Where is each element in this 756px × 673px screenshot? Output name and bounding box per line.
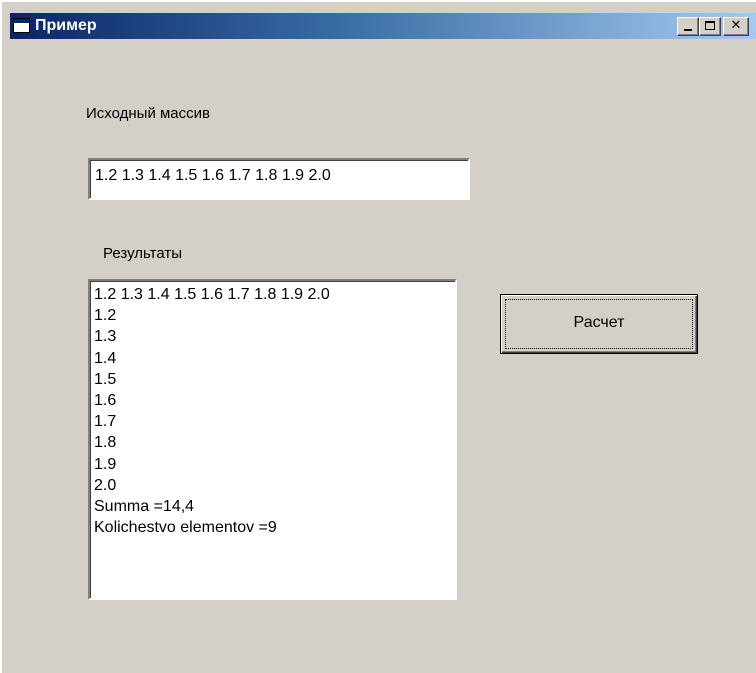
list-item[interactable]: Kolichestvo elementov =9	[94, 517, 455, 538]
minimize-button[interactable]	[677, 17, 699, 36]
minimize-icon	[684, 29, 692, 31]
list-item[interactable]: 1.9	[94, 454, 455, 475]
calculate-button-label: Расчет	[573, 314, 625, 331]
list-item[interactable]: 1.4	[94, 348, 455, 369]
list-item[interactable]: 1.6	[94, 390, 455, 411]
app-window: Пример ✕ Исходный массив 1.2 1.3 1.4 1.5…	[0, 0, 756, 673]
list-item[interactable]: 1.3	[94, 326, 455, 347]
close-icon: ✕	[730, 18, 742, 33]
results-label: Результаты	[103, 245, 182, 262]
source-array-label: Исходный массив	[86, 105, 210, 122]
source-array-input[interactable]: 1.2 1.3 1.4 1.5 1.6 1.7 1.8 1.9 2.0	[88, 158, 470, 200]
maximize-icon	[705, 21, 715, 30]
calculate-button[interactable]: Расчет	[500, 294, 698, 354]
maximize-button[interactable]	[699, 17, 721, 36]
list-item[interactable]: 1.8	[94, 432, 455, 453]
list-item[interactable]: 1.2	[94, 305, 455, 326]
list-item[interactable]: 1.5	[94, 369, 455, 390]
app-window-icon[interactable]	[13, 18, 30, 33]
results-listbox[interactable]: 1.2 1.3 1.4 1.5 1.6 1.7 1.8 1.9 2.0 1.2 1.…	[88, 279, 457, 600]
title-bar[interactable]: Пример ✕	[10, 13, 756, 39]
window-title: Пример	[35, 17, 97, 34]
list-item[interactable]: 2.0	[94, 475, 455, 496]
close-button[interactable]: ✕	[723, 17, 749, 36]
list-item[interactable]: Summa =14,4	[94, 496, 455, 517]
list-item[interactable]: 1.2 1.3 1.4 1.5 1.6 1.7 1.8 1.9 2.0	[94, 284, 455, 305]
list-item[interactable]: 1.7	[94, 411, 455, 432]
